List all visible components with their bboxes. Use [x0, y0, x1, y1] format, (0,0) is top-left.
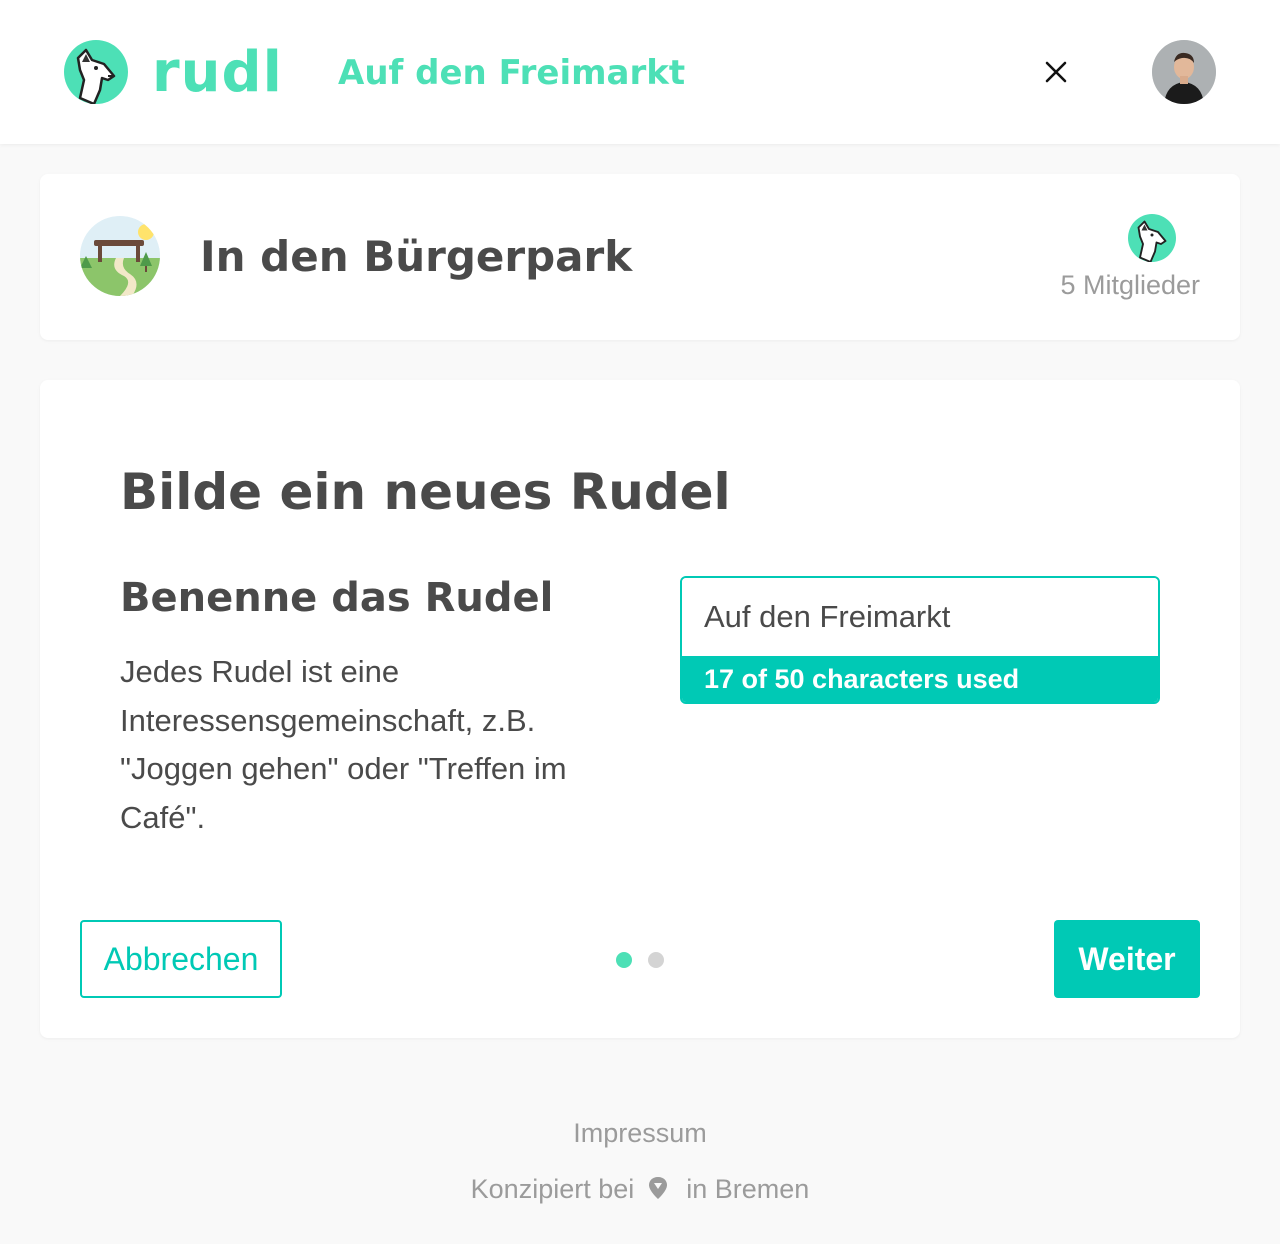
- step-indicator: [616, 952, 664, 968]
- close-button[interactable]: [1036, 52, 1076, 92]
- group-name-input[interactable]: [682, 578, 1158, 656]
- group-name: In den Bürgerpark: [200, 232, 633, 281]
- cancel-button[interactable]: Abbrechen: [80, 920, 282, 998]
- wolf-member-icon: [1128, 214, 1176, 263]
- wolf-logo-icon[interactable]: [64, 40, 128, 106]
- character-counter: 17 of 50 characters used: [682, 656, 1158, 702]
- brand-name[interactable]: rudl: [152, 38, 283, 108]
- step-title: Benenne das Rudel: [120, 575, 554, 621]
- footer-credit: Konzipiert bei in Bremen: [0, 1172, 1280, 1208]
- map-pin-icon: [648, 1174, 668, 1208]
- page-title: Auf den Freimarkt: [338, 53, 686, 93]
- credit-prefix: Konzipiert bei: [470, 1174, 635, 1204]
- step-description: Jedes Rudel ist eine Interessensgemeinsc…: [120, 654, 567, 835]
- group-name-field: 17 of 50 characters used: [680, 576, 1160, 704]
- group-card: In den Bürgerpark 5 Mitglieder: [40, 174, 1240, 340]
- impressum-link[interactable]: Impressum: [0, 1116, 1280, 1150]
- step-dot-2[interactable]: [648, 952, 664, 968]
- step-dot-1[interactable]: [616, 952, 632, 968]
- form-title: Bilde ein neues Rudel: [120, 463, 731, 521]
- next-button[interactable]: Weiter: [1054, 920, 1200, 998]
- park-icon: [80, 216, 160, 296]
- member-count[interactable]: 5 Mitglieder: [1060, 268, 1200, 302]
- close-icon: [1045, 61, 1067, 83]
- user-avatar[interactable]: [1152, 40, 1216, 104]
- app-header: rudl Auf den Freimarkt: [0, 0, 1280, 144]
- credit-suffix: in Bremen: [686, 1174, 810, 1204]
- create-group-card: Bilde ein neues Rudel Benenne das Rudel …: [40, 380, 1240, 1038]
